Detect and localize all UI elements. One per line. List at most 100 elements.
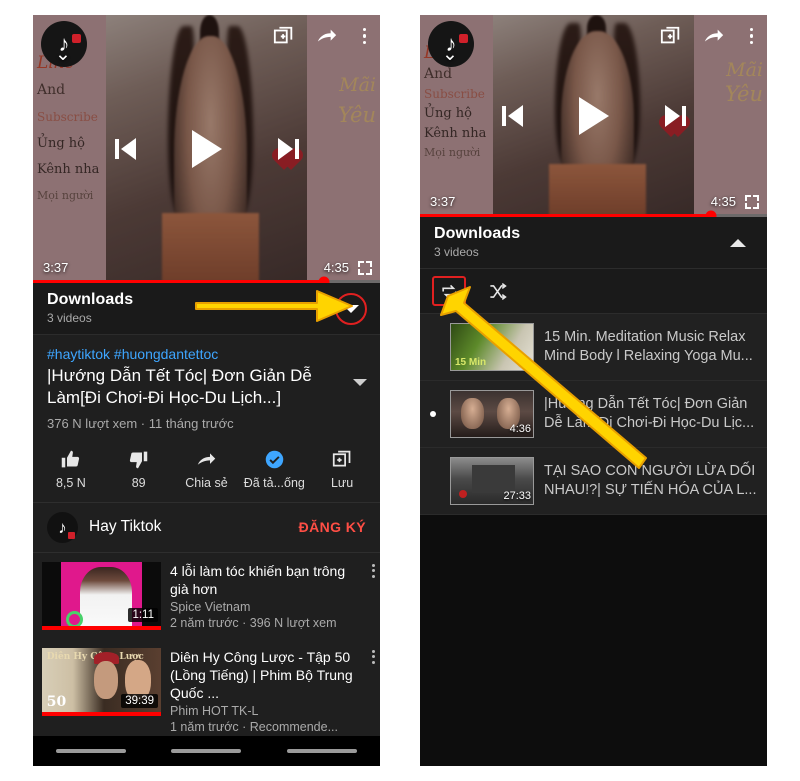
- like-count: 8,5 N: [55, 475, 86, 490]
- playlist-items: 15 Min 15 15 Min. Meditation Music Relax…: [420, 314, 767, 515]
- channel-name[interactable]: Hay Tiktok: [89, 518, 288, 536]
- suggestion-thumbnail[interactable]: Diên Hy Công Lược 50 39:39: [42, 647, 161, 716]
- kebab-menu-icon[interactable]: [746, 27, 758, 45]
- player-collapse-icon[interactable]: ⌄: [442, 45, 458, 64]
- kebab-menu-icon[interactable]: [372, 563, 375, 578]
- like-button[interactable]: 8,5 N: [38, 449, 104, 490]
- save-button[interactable]: Lưu: [309, 449, 375, 490]
- next-icon[interactable]: [277, 138, 299, 160]
- downloads-header-right[interactable]: Downloads 3 videos: [420, 217, 767, 269]
- video-player-left[interactable]: Like And Subscribe Ủng hộ Kênh nha Mọi n…: [33, 15, 380, 283]
- nav-recents-icon[interactable]: [55, 749, 126, 753]
- suggestion-title: Diên Hy Công Lược - Tập 50 (Lồng Tiếng) …: [170, 648, 353, 702]
- kebab-menu-icon[interactable]: [359, 27, 371, 45]
- video-metadata: #haytiktok #huongdantettoc |Hướng Dẫn Tế…: [33, 335, 380, 439]
- watched-progress: [42, 711, 161, 716]
- right-phone-panel: Like And Subscribe Ủng hộ Kênh nha Mọi n…: [420, 15, 767, 766]
- playlist-title: 15 Min. Meditation Music Relax Mind Body…: [544, 329, 753, 364]
- video-actions-row: 8,5 N 89 Chia sẻ Đã tả...ống Lưu: [33, 438, 380, 503]
- suggestion-meta: 1 năm trước · Recommende...: [170, 720, 339, 735]
- channel-avatar[interactable]: ♪: [47, 511, 78, 543]
- total-time-label: 4:35: [323, 260, 349, 275]
- fullscreen-icon[interactable]: [358, 260, 372, 275]
- fullscreen-icon[interactable]: [745, 194, 759, 209]
- previous-icon[interactable]: [501, 105, 523, 127]
- dislike-count: 89: [131, 475, 146, 490]
- play-icon[interactable]: [578, 97, 609, 135]
- chevron-down-icon: [343, 304, 359, 313]
- description-expand-icon[interactable]: [353, 379, 367, 386]
- playlist-mode-row: [420, 269, 767, 314]
- next-icon[interactable]: [664, 105, 686, 127]
- playlist-thumbnail[interactable]: 27:33: [450, 457, 534, 505]
- playlist-thumbnail[interactable]: 4:36: [450, 390, 534, 438]
- progress-scrubber[interactable]: [318, 276, 330, 283]
- video-player-right[interactable]: Like And Subscribe Ủng hộ Kênh nha Mọi n…: [420, 15, 767, 217]
- downloads-title: Downloads: [47, 291, 134, 308]
- current-time-label: 3:37: [43, 260, 69, 275]
- dislike-button[interactable]: 89: [106, 449, 172, 490]
- downloads-title: Downloads: [434, 225, 521, 242]
- downloaded-button[interactable]: Đã tả...ống: [241, 449, 307, 490]
- suggestions-list: 1:11 4 lỗi làm tóc khiến bạn trông già h…: [33, 552, 380, 744]
- player-top-actions: [273, 25, 371, 47]
- avatar-red-accent: [459, 34, 468, 43]
- player-mid-controls: [33, 130, 380, 168]
- list-item[interactable]: 27:33 TẠI SAO CON NGƯỜI LỪA DỐI NHAU!?| …: [420, 448, 767, 515]
- suggestion-channel: Phim HOT TK-L: [170, 704, 259, 719]
- player-time-row: 3:37 4:35: [430, 194, 759, 209]
- list-item[interactable]: 1:11 4 lỗi làm tóc khiến bạn trông già h…: [33, 553, 380, 639]
- add-to-queue-icon[interactable]: [660, 25, 682, 47]
- duration-badge: 4:36: [509, 423, 531, 435]
- duration-badge: 15: [518, 356, 531, 368]
- system-navigation-bar: [33, 736, 380, 766]
- avatar-red-accent: [72, 34, 81, 43]
- left-phone-panel: Like And Subscribe Ủng hộ Kênh nha Mọi n…: [33, 15, 380, 766]
- kebab-menu-icon[interactable]: [372, 649, 375, 664]
- subscribe-button[interactable]: ĐĂNG KÝ: [299, 519, 366, 535]
- playlist-thumbnail[interactable]: 15 Min 15: [450, 323, 534, 371]
- duration-badge: 39:39: [121, 693, 158, 708]
- channel-row[interactable]: ♪ Hay Tiktok ĐĂNG KÝ: [33, 502, 380, 553]
- duration-badge: 27:33: [503, 490, 531, 502]
- list-item[interactable]: 15 Min 15 15 Min. Meditation Music Relax…: [420, 314, 767, 381]
- tiktok-note-icon: ♪: [58, 517, 67, 537]
- nav-home-icon[interactable]: [171, 749, 242, 753]
- video-hashtags[interactable]: #haytiktok #huongdantettoc: [47, 346, 366, 362]
- thumbnail-label: 15 Min: [455, 357, 487, 368]
- progress-scrubber[interactable]: [705, 210, 717, 217]
- chevron-up-icon: [730, 238, 746, 247]
- suggestion-thumbnail[interactable]: 1:11: [42, 561, 161, 630]
- playlist-title: |Hướng Dẫn Tết Tóc| Đơn Giản Dễ Làm[Đi C…: [544, 396, 755, 431]
- share-button[interactable]: Chia sẻ: [173, 449, 239, 490]
- save-label: Lưu: [330, 475, 354, 490]
- downloads-subtitle: 3 videos: [47, 311, 92, 325]
- list-item[interactable]: Diên Hy Công Lược 50 39:39 Diên Hy Công …: [33, 639, 380, 744]
- previous-icon[interactable]: [114, 138, 136, 160]
- screenshot-stage: Like And Subscribe Ủng hộ Kênh nha Mọi n…: [0, 0, 800, 781]
- shuffle-icon[interactable]: [480, 276, 514, 306]
- video-title: |Hướng Dẫn Tết Tóc| Đơn Giản Dễ Làm[Đi C…: [47, 366, 312, 407]
- downloads-expand-button[interactable]: [335, 292, 367, 325]
- player-collapse-icon[interactable]: ⌄: [55, 45, 71, 64]
- avatar-red-accent: [68, 531, 75, 539]
- downloads-collapse-button[interactable]: [722, 227, 754, 259]
- downloads-subtitle: 3 videos: [434, 245, 479, 259]
- current-time-label: 3:37: [430, 194, 456, 209]
- downloads-header-left[interactable]: Downloads 3 videos: [33, 283, 380, 335]
- suggestion-meta: 2 năm trước · 396 N lượt xem: [170, 615, 337, 630]
- list-item[interactable]: 4:36 |Hướng Dẫn Tết Tóc| Đơn Giản Dễ Làm…: [420, 381, 767, 448]
- now-playing-indicator-slot: [426, 411, 440, 417]
- share-label: Chia sẻ: [185, 475, 228, 490]
- loop-icon[interactable]: [432, 276, 466, 306]
- downloaded-label: Đã tả...ống: [243, 475, 305, 490]
- add-to-queue-icon[interactable]: [273, 25, 295, 47]
- player-mid-controls: [420, 97, 767, 135]
- player-top-actions: [660, 25, 758, 47]
- nav-back-icon[interactable]: [287, 749, 358, 753]
- play-icon[interactable]: [191, 130, 222, 168]
- now-playing-dot: [430, 411, 436, 417]
- share-icon[interactable]: [703, 25, 725, 47]
- video-stats: 376 N lượt xem · 11 tháng trước: [47, 415, 234, 431]
- share-icon[interactable]: [316, 25, 338, 47]
